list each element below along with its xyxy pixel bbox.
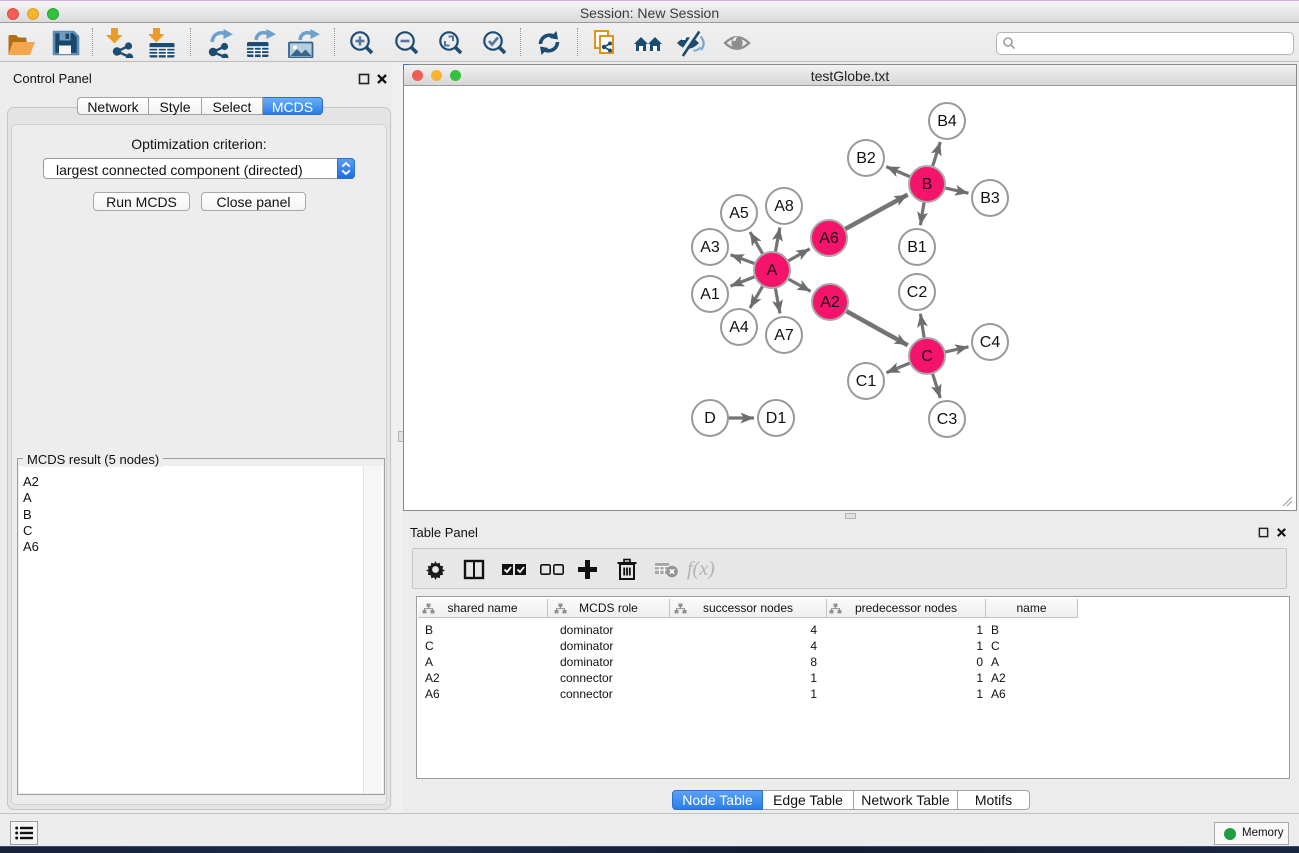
- svg-text:A3: A3: [700, 239, 720, 256]
- svg-text:C3: C3: [937, 411, 958, 428]
- svg-text:C: C: [921, 348, 933, 365]
- svg-text:B1: B1: [907, 239, 927, 256]
- svg-text:A4: A4: [729, 319, 749, 336]
- svg-text:A2: A2: [820, 294, 840, 311]
- svg-text:B2: B2: [856, 150, 876, 167]
- svg-text:B: B: [922, 176, 933, 193]
- svg-text:B4: B4: [937, 113, 957, 130]
- svg-text:D1: D1: [766, 410, 787, 427]
- svg-text:A: A: [767, 262, 778, 279]
- svg-text:C4: C4: [980, 334, 1001, 351]
- svg-text:A8: A8: [774, 198, 794, 215]
- svg-text:D: D: [704, 410, 716, 427]
- svg-text:B3: B3: [980, 190, 1000, 207]
- svg-text:A7: A7: [774, 327, 794, 344]
- svg-text:A1: A1: [700, 286, 720, 303]
- svg-text:C1: C1: [856, 373, 877, 390]
- svg-text:A6: A6: [819, 230, 839, 247]
- svg-text:A5: A5: [729, 205, 749, 222]
- svg-text:C2: C2: [907, 284, 928, 301]
